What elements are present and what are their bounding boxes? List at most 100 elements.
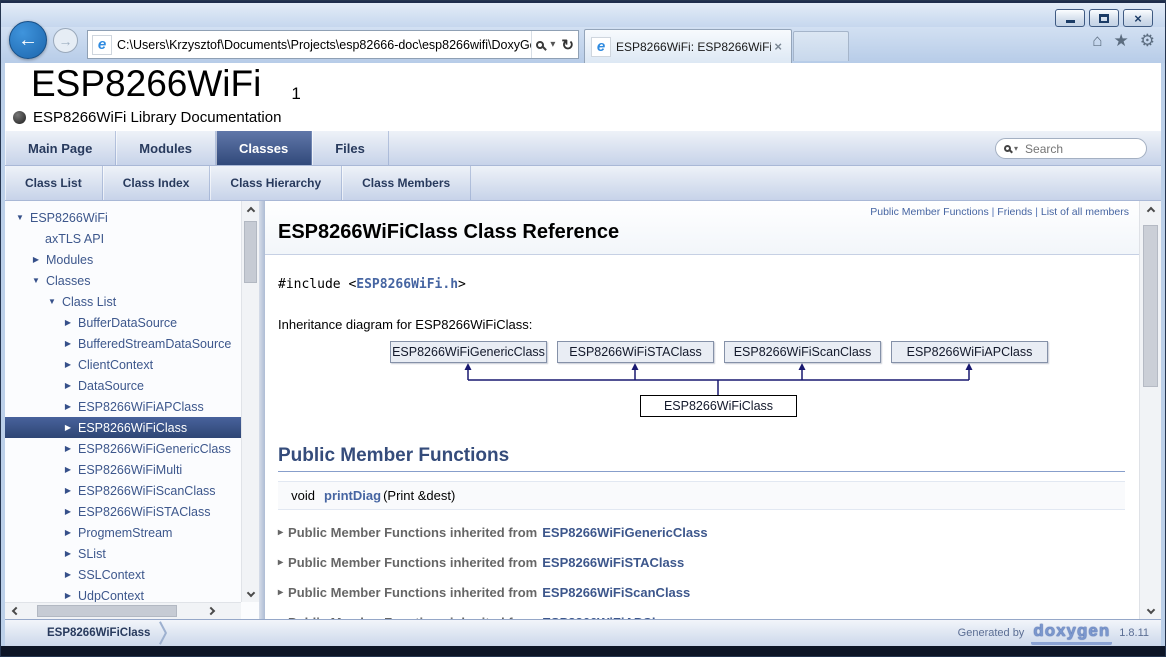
inheritance-caption: Inheritance diagram for ESP8266WiFiClass…	[278, 317, 1139, 332]
tab-class-hierarchy[interactable]: Class Hierarchy	[210, 166, 342, 200]
tree-collapsed-icon[interactable]: ▶	[63, 591, 73, 600]
tree-item-axtls-api[interactable]: axTLS API	[5, 228, 241, 249]
address-bar[interactable]: e C:\Users\Krzysztof\Documents\Projects\…	[87, 30, 579, 59]
doc-search-input[interactable]	[1023, 141, 1138, 157]
forward-button[interactable]: →	[53, 28, 78, 53]
back-button[interactable]: ←	[9, 21, 47, 59]
inherited-class-link[interactable]: ESP8266WiFiScanClass	[542, 585, 690, 600]
tab-class-list[interactable]: Class List	[5, 166, 103, 200]
inherited-class-link[interactable]: ESP8266WiFiGenericClass	[542, 525, 707, 540]
doc-search-dropdown-icon[interactable]: ▾	[1014, 144, 1018, 153]
new-tab-button[interactable]	[793, 31, 849, 61]
sidebar-scroll-thumb[interactable]	[244, 221, 257, 283]
scroll-right-icon[interactable]	[203, 603, 221, 619]
scroll-up-icon[interactable]	[1140, 201, 1161, 217]
browser-tab[interactable]: e ESP8266WiFi: ESP8266WiFi... ×	[584, 29, 792, 63]
tree-collapsed-icon[interactable]: ▶	[63, 570, 73, 579]
tree-collapsed-icon[interactable]: ▶	[63, 318, 73, 327]
tree-expanded-icon[interactable]: ▼	[31, 276, 41, 285]
tree-collapsed-icon[interactable]: ▶	[31, 255, 41, 264]
tree-collapsed-icon[interactable]: ▶	[63, 528, 73, 537]
sidebar-hscroll-thumb[interactable]	[37, 605, 177, 617]
tab-class-members[interactable]: Class Members	[342, 166, 471, 200]
tab-files[interactable]: Files	[312, 131, 389, 165]
tree-item-datasource[interactable]: ▶DataSource	[5, 375, 241, 396]
tree-collapsed-icon[interactable]: ▶	[63, 444, 73, 453]
tree-item-esp8266wifiapclass[interactable]: ▶ESP8266WiFiAPClass	[5, 396, 241, 417]
url-text[interactable]: C:\Users\Krzysztof\Documents\Projects\es…	[117, 38, 531, 52]
tree-collapsed-icon[interactable]: ▶	[63, 339, 73, 348]
scroll-down-icon[interactable]	[242, 586, 259, 602]
sidebar-vertical-scrollbar[interactable]	[241, 201, 259, 602]
content-scroll-thumb[interactable]	[1143, 225, 1158, 387]
tree-item-class-list[interactable]: ▼Class List	[5, 291, 241, 312]
tree-item-classes[interactable]: ▼Classes	[5, 270, 241, 291]
tab-main-page[interactable]: Main Page	[5, 131, 116, 165]
tree-item-esp8266wifistaclass[interactable]: ▶ESP8266WiFiSTAClass	[5, 501, 241, 522]
page-title: ESP8266WiFiClass Class Reference	[278, 221, 1129, 244]
tree-collapsed-icon[interactable]: ▶	[63, 423, 73, 432]
tree-collapsed-icon[interactable]: ▶	[63, 507, 73, 516]
summary-link-list-of-all-members[interactable]: List of all members	[1041, 206, 1129, 218]
close-button[interactable]: ×	[1123, 9, 1153, 27]
tree-expanded-icon[interactable]: ▼	[47, 297, 57, 306]
inherited-class-link[interactable]: ESP8266WiFiSTAClass	[542, 555, 684, 570]
content-vertical-scrollbar[interactable]	[1139, 201, 1161, 619]
tree-item-modules[interactable]: ▶Modules	[5, 249, 241, 270]
tree-collapsed-icon[interactable]: ▶	[63, 486, 73, 495]
inherited-section-sta[interactable]: ▸ Public Member Functions inherited from…	[278, 555, 1139, 570]
tree-item-bufferedstreamdatasource[interactable]: ▶BufferedStreamDataSource	[5, 333, 241, 354]
diagram-node-esp8266wifiapclass[interactable]: ESP8266WiFiAPClass	[891, 341, 1048, 363]
inherited-section-generic[interactable]: ▸ Public Member Functions inherited from…	[278, 525, 1139, 540]
sidebar-horizontal-scrollbar[interactable]	[5, 602, 241, 619]
home-icon[interactable]: ⌂	[1092, 32, 1102, 49]
summary-link-public-member-functions[interactable]: Public Member Functions	[870, 206, 988, 218]
tree-item-esp8266wificlass-selected[interactable]: ▶ESP8266WiFiClass	[5, 417, 241, 438]
tree-item-clientcontext[interactable]: ▶ClientContext	[5, 354, 241, 375]
doc-content: Public Member Functions | Friends | List…	[265, 201, 1139, 619]
diagram-node-esp8266wifiscanclass[interactable]: ESP8266WiFiScanClass	[724, 341, 881, 363]
tree-item-progmemstream[interactable]: ▶ProgmemStream	[5, 522, 241, 543]
doc-search-box[interactable]: ▾	[995, 138, 1147, 159]
tree-item-udpcontext[interactable]: ▶UdpContext	[5, 585, 241, 602]
tab-class-index[interactable]: Class Index	[103, 166, 211, 200]
minimize-icon	[1066, 20, 1075, 23]
scroll-down-icon[interactable]	[1140, 603, 1161, 619]
favorites-star-icon[interactable]: ★	[1114, 32, 1129, 49]
refresh-icon[interactable]: ↻	[561, 36, 574, 54]
search-icon[interactable]	[536, 41, 544, 49]
tree-item-bufferdatasource[interactable]: ▶BufferDataSource	[5, 312, 241, 333]
inherited-section-scan[interactable]: ▸ Public Member Functions inherited from…	[278, 585, 1139, 600]
tree-collapsed-icon[interactable]: ▶	[63, 360, 73, 369]
diagram-node-esp8266wifistaclass[interactable]: ESP8266WiFiSTAClass	[557, 341, 714, 363]
member-name-link[interactable]: printDiag	[324, 488, 381, 503]
address-dropdown-icon[interactable]: ▾	[550, 39, 555, 50]
diagram-node-esp8266wifigenericclass[interactable]: ESP8266WiFiGenericClass	[390, 341, 547, 363]
tab-close-icon[interactable]: ×	[771, 39, 785, 54]
settings-gear-icon[interactable]: ⚙	[1140, 32, 1155, 49]
doxygen-logo[interactable]: doxygen	[1031, 621, 1112, 645]
diagram-node-esp8266wificlass[interactable]: ESP8266WiFiClass	[640, 395, 797, 417]
maximize-button[interactable]	[1089, 9, 1119, 27]
scroll-up-icon[interactable]	[242, 201, 259, 217]
tab-title: ESP8266WiFi: ESP8266WiFi...	[616, 40, 771, 54]
tree-collapsed-icon[interactable]: ▶	[63, 381, 73, 390]
project-number: 1	[291, 84, 300, 103]
tree-collapsed-icon[interactable]: ▶	[63, 402, 73, 411]
summary-link-friends[interactable]: Friends	[997, 206, 1032, 218]
tree-item-sslcontext[interactable]: ▶SSLContext	[5, 564, 241, 585]
tree-item-esp8266wifigenericclass[interactable]: ▶ESP8266WiFiGenericClass	[5, 438, 241, 459]
tree-item-esp8266wifi[interactable]: ▼ESP8266WiFi	[5, 207, 241, 228]
scroll-left-icon[interactable]	[5, 603, 23, 619]
tree-expanded-icon[interactable]: ▼	[15, 213, 25, 222]
include-file-link[interactable]: ESP8266WiFi.h	[356, 277, 458, 292]
tree-collapsed-icon[interactable]: ▶	[63, 549, 73, 558]
minimize-button[interactable]	[1055, 9, 1085, 27]
tab-classes[interactable]: Classes	[216, 131, 312, 165]
tree-item-esp8266wifimulti[interactable]: ▶ESP8266WiFiMulti	[5, 459, 241, 480]
tree-item-esp8266wifiscanclass[interactable]: ▶ESP8266WiFiScanClass	[5, 480, 241, 501]
breadcrumb-esp8266wificlass[interactable]: ESP8266WiFiClass	[47, 627, 150, 639]
tree-item-slist[interactable]: ▶SList	[5, 543, 241, 564]
tab-modules[interactable]: Modules	[116, 131, 216, 165]
tree-collapsed-icon[interactable]: ▶	[63, 465, 73, 474]
